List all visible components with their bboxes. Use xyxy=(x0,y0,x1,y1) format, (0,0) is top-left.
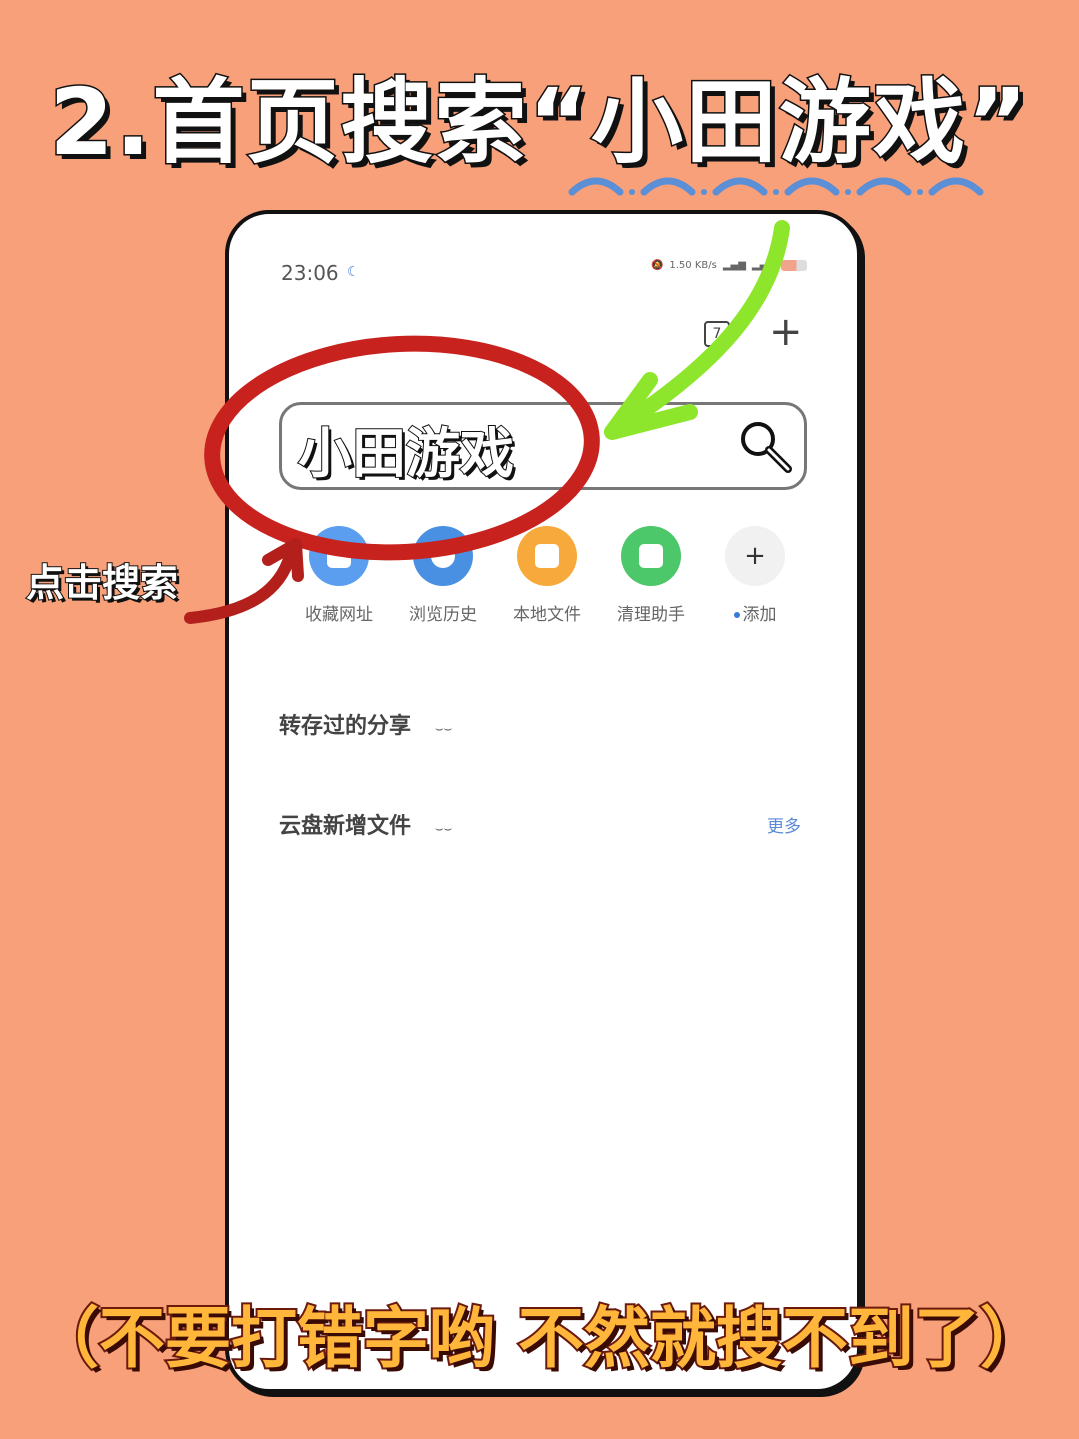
wave-decoration xyxy=(568,177,984,196)
shortcut-add[interactable]: + 添加 xyxy=(703,526,807,625)
tabs-count-button[interactable]: 7 xyxy=(704,321,730,347)
new-tab-button[interactable]: + xyxy=(769,310,803,354)
section-saved-shares[interactable]: 转存过的分享 ⌣⌣ xyxy=(279,708,452,740)
shortcut-bookmarks[interactable]: 收藏网址 xyxy=(287,526,391,625)
history-icon xyxy=(413,526,473,586)
status-indicators: 🔕 1.50 KB/s ▂▄▆ ▂▄▆ xyxy=(651,260,807,271)
more-link[interactable]: 更多 xyxy=(767,812,801,837)
shortcut-label: 本地文件 xyxy=(513,605,581,625)
shortcut-label: 清理助手 xyxy=(617,605,685,625)
shortcut-label: 收藏网址 xyxy=(305,605,373,625)
bookmark-icon xyxy=(309,526,369,586)
status-time: 23:06 xyxy=(281,261,339,285)
shortcut-history[interactable]: 浏览历史 xyxy=(391,526,495,625)
moon-icon: ☾ xyxy=(347,264,360,280)
signal-icon-2: ▂▄▆ xyxy=(751,260,775,271)
folder-icon xyxy=(517,526,577,586)
network-speed: 1.50 KB/s xyxy=(669,260,717,271)
section-title: 转存过的分享 xyxy=(279,714,412,739)
search-input[interactable]: 小田游戏 xyxy=(279,402,807,490)
shortcut-label: 浏览历史 xyxy=(409,605,477,625)
section-title: 云盘新增文件 xyxy=(279,814,412,839)
add-icon: + xyxy=(725,526,785,586)
broom-icon xyxy=(621,526,681,586)
headline-title: 2.首页搜索“小田游戏” xyxy=(48,68,1030,178)
shortcut-label: 添加 xyxy=(742,605,777,625)
battery-icon xyxy=(781,260,807,271)
tap-search-annotation: 点击搜索 xyxy=(25,560,179,606)
new-dot-indicator xyxy=(733,612,740,618)
eye-closed-icon[interactable]: ⌣⌣ xyxy=(435,822,452,837)
mute-icon: 🔕 xyxy=(650,260,664,271)
eye-closed-icon[interactable]: ⌣⌣ xyxy=(435,722,452,737)
search-icon[interactable] xyxy=(734,415,798,479)
search-query: 小田游戏 xyxy=(297,421,515,486)
warning-annotation: （不要打错字哟 不然就搜不到了） xyxy=(31,1298,1048,1379)
shortcut-local-files[interactable]: 本地文件 xyxy=(495,526,599,625)
shortcut-grid: 收藏网址 浏览历史 本地文件 清理助手 + 添加 xyxy=(287,526,807,636)
phone-screenshot: 23:06 ☾ 🔕 1.50 KB/s ▂▄▆ ▂▄▆ 7 + 小田游戏 收藏网… xyxy=(225,210,861,1393)
shortcut-cleaner[interactable]: 清理助手 xyxy=(599,526,703,625)
section-cloud-new-files[interactable]: 云盘新增文件 ⌣⌣ xyxy=(279,808,452,840)
signal-icon: ▂▄▆ xyxy=(722,260,746,271)
